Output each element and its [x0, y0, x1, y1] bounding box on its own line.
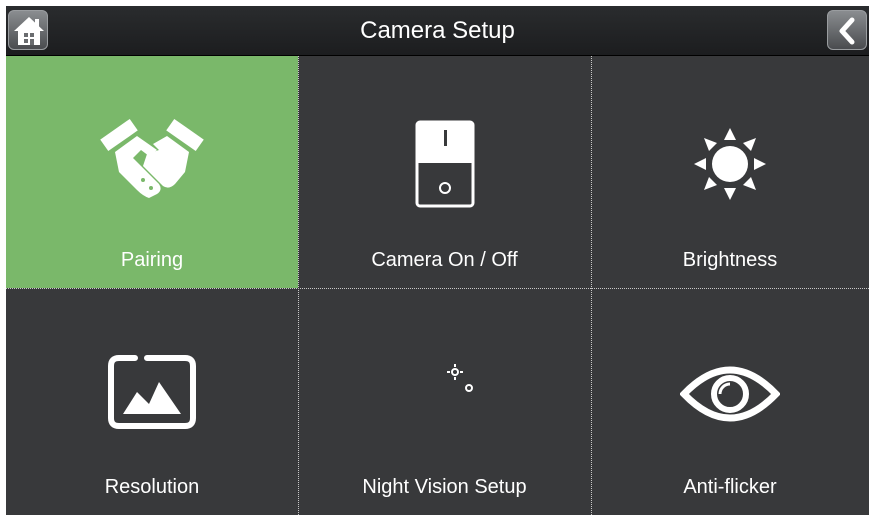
handshake-icon — [100, 118, 204, 198]
night-vision-setup-tile[interactable]: Night Vision Setup — [298, 288, 591, 515]
camera-on-off-tile[interactable]: Camera On / Off — [298, 56, 591, 288]
eye-icon — [680, 366, 780, 422]
moon-icon — [427, 362, 475, 418]
grid-divider — [298, 56, 299, 515]
anti-flicker-tile[interactable]: Anti-flicker — [591, 288, 869, 515]
power-switch-icon — [415, 120, 474, 208]
anti-flicker-label: Anti-flicker — [683, 476, 777, 498]
night-vision-setup-label: Night Vision Setup — [362, 476, 527, 498]
page-title: Camera Setup — [360, 17, 515, 44]
camera-on-off-label: Camera On / Off — [371, 249, 518, 271]
chevron-left-icon — [839, 17, 855, 45]
sun-icon — [694, 128, 766, 200]
brightness-tile[interactable]: Brightness — [591, 56, 869, 288]
top-bar: Camera Setup — [6, 6, 869, 56]
back-button[interactable] — [827, 10, 867, 50]
brightness-label: Brightness — [682, 249, 778, 271]
grid-divider — [6, 288, 869, 289]
resolution-label: Resolution — [104, 476, 200, 498]
image-icon — [108, 355, 196, 429]
grid-divider — [591, 56, 592, 515]
pairing-label: Pairing — [120, 249, 184, 271]
pairing-tile[interactable]: Pairing — [6, 56, 298, 288]
resolution-tile[interactable]: Resolution — [6, 288, 298, 515]
camera-setup-screen: Camera Setup Pairing Camera On / Off Bri… — [6, 6, 869, 515]
